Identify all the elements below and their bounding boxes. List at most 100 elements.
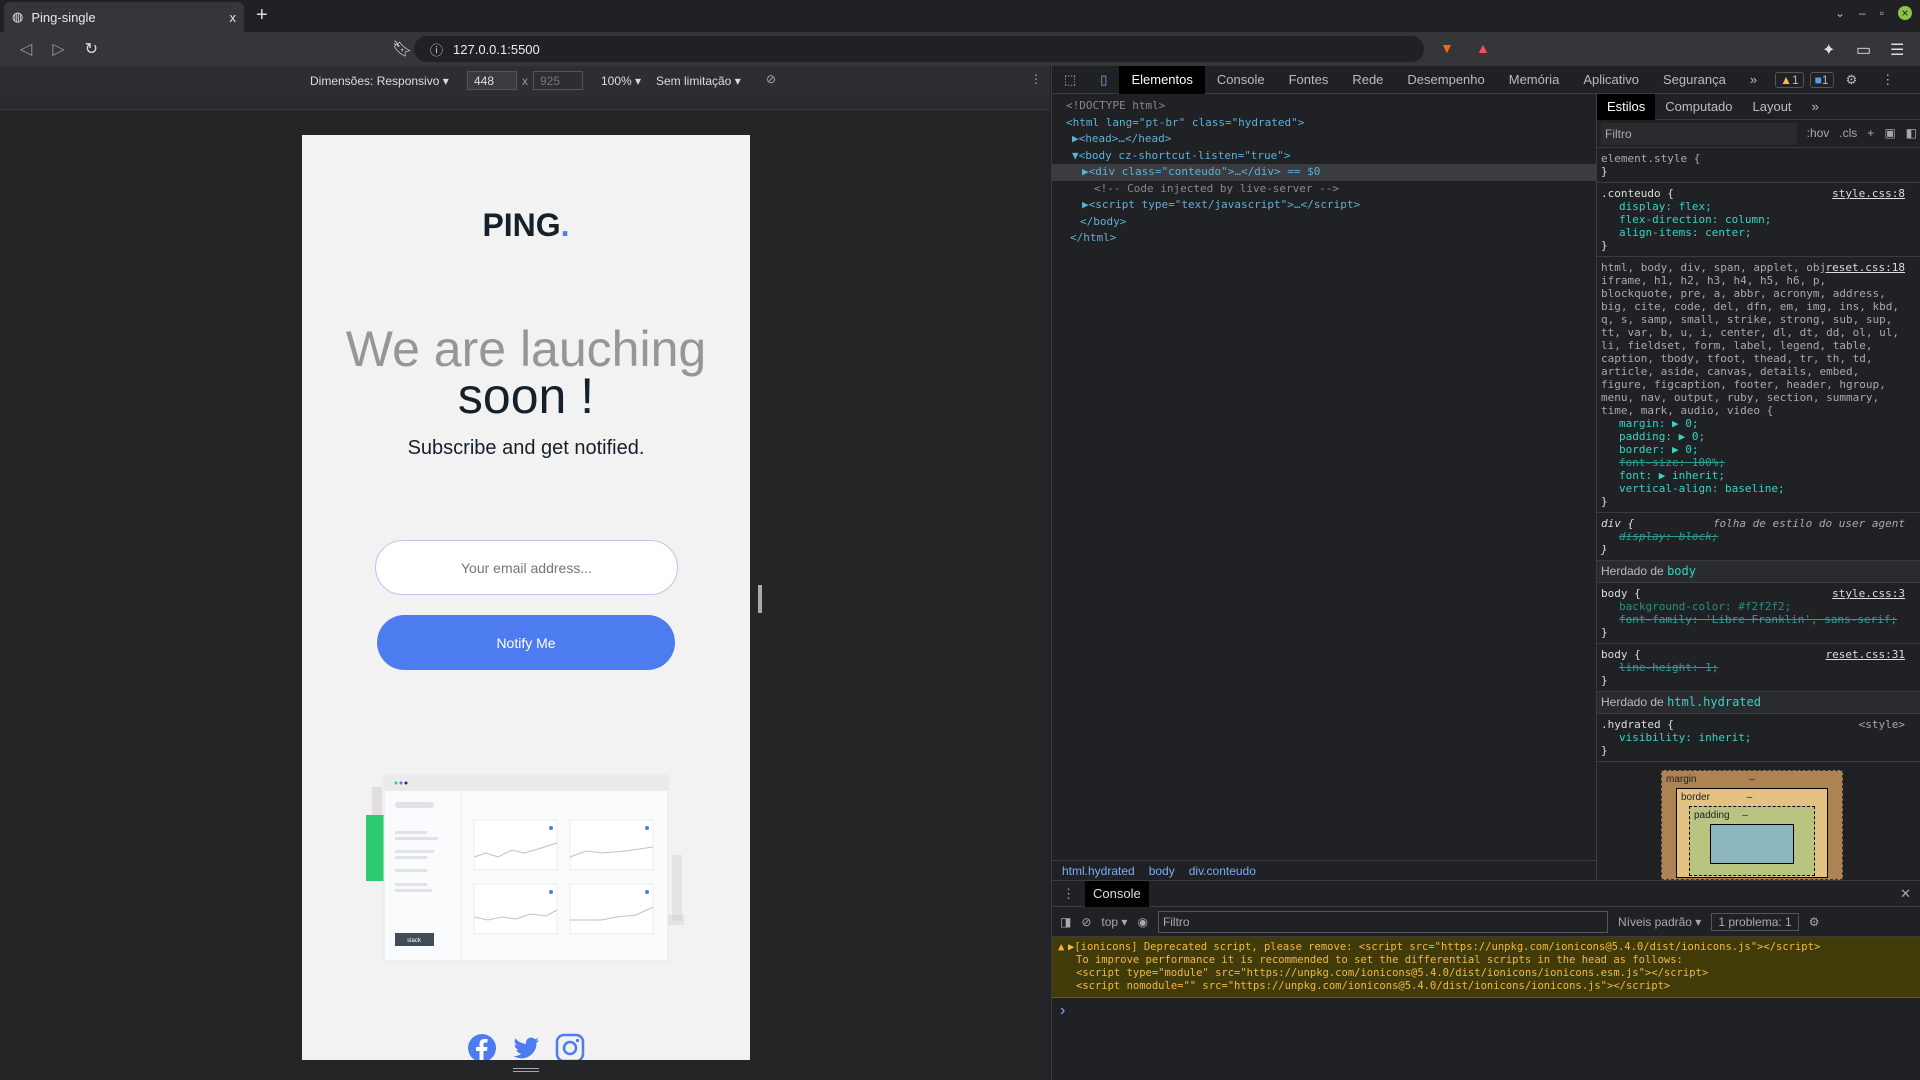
css-property[interactable]: margin: ▶ 0; [1601, 417, 1905, 430]
more-tabs-button[interactable]: » [1802, 94, 1829, 120]
settings-icon[interactable]: ⚙ [1834, 66, 1870, 94]
inherited-element[interactable]: html.hydrated [1667, 695, 1761, 709]
console-filter-input[interactable]: Filtro [1157, 910, 1608, 933]
toggle-sidebar-icon[interactable]: ◧ [1906, 127, 1917, 140]
console-warning-message[interactable]: ▲ ▶[ionicons] Deprecated script, please r… [1052, 937, 1920, 998]
dom-node[interactable]: ▶<head>…</head> [1052, 131, 1596, 148]
inherited-element[interactable]: body [1667, 564, 1696, 578]
css-property[interactable]: vertical-align: baseline; [1601, 482, 1905, 495]
tab-computado[interactable]: Computado [1655, 94, 1742, 120]
height-input[interactable]: 925 [533, 71, 583, 90]
notify-button[interactable]: Notify Me [377, 615, 675, 670]
maximize-button[interactable]: ▫ [1880, 6, 1884, 20]
dom-node[interactable]: </body> [1052, 214, 1596, 231]
context-dropdown[interactable]: top ▾ [1101, 915, 1127, 929]
issues-button[interactable]: 1 problema: 1 [1711, 912, 1799, 931]
throttle-dropdown[interactable]: Sem limitação ▾ [656, 74, 741, 88]
source-link[interactable]: reset.css:18 [1825, 261, 1905, 274]
breadcrumb-item[interactable]: html.hydrated [1062, 864, 1135, 878]
tab-seguranca[interactable]: Segurança [1651, 66, 1738, 94]
tab-desempenho[interactable]: Desempenho [1395, 66, 1496, 94]
width-input[interactable]: 448 [467, 71, 517, 90]
css-property[interactable]: padding: ▶ 0; [1601, 430, 1905, 443]
css-property[interactable]: background-color: #f2f2f2; [1601, 600, 1905, 613]
address-bar[interactable]: ⓘ 127.0.0.1:5500 [414, 36, 1424, 62]
dom-node[interactable]: ▼<body cz-shortcut-listen="true"> [1052, 148, 1596, 165]
console-drawer-tab[interactable]: Console [1085, 880, 1149, 907]
email-input[interactable] [375, 540, 678, 595]
facebook-icon[interactable] [467, 1033, 497, 1060]
dom-node[interactable]: <!-- Code injected by live-server --> [1052, 181, 1596, 198]
tab-console[interactable]: Console [1205, 66, 1277, 94]
dom-node[interactable]: <!DOCTYPE html> [1052, 98, 1596, 115]
source-link[interactable]: style.css:3 [1832, 587, 1905, 600]
close-drawer-button[interactable]: ✕ [1900, 886, 1920, 902]
viewport-resize-handle[interactable] [758, 585, 762, 613]
browser-tab[interactable]: ◍ Ping-single x [4, 2, 244, 32]
sidebar-toggle-icon[interactable]: ◨ [1060, 915, 1071, 929]
instagram-icon[interactable] [555, 1033, 585, 1060]
close-devtools-button[interactable]: ✕ [1906, 66, 1920, 94]
paint-icon[interactable]: ▣ [1884, 127, 1895, 140]
drawer-menu-icon[interactable]: ⋮ [1052, 886, 1085, 902]
source-link[interactable]: reset.css:31 [1826, 648, 1905, 661]
more-options-icon[interactable]: ⋮ [1869, 66, 1906, 94]
twitter-icon[interactable] [511, 1033, 541, 1060]
extensions-icon[interactable]: ✦ [1822, 40, 1835, 60]
menu-icon[interactable]: ☰ [1890, 40, 1904, 60]
viewport-bottom-resize-handle[interactable] [513, 1068, 539, 1072]
css-property[interactable]: display: block; [1601, 530, 1905, 543]
media-query-bar[interactable] [0, 96, 1050, 110]
reload-button[interactable]: ↻ [85, 39, 98, 59]
css-property[interactable]: line-height: 1; [1601, 661, 1905, 674]
css-property[interactable]: border: ▶ 0; [1601, 443, 1905, 456]
tab-elementos[interactable]: Elementos [1119, 65, 1205, 94]
console-prompt[interactable]: › [1052, 998, 1920, 1024]
cls-button[interactable]: .cls [1839, 127, 1857, 140]
bookmark-icon[interactable]: 🔖︎ [392, 39, 412, 59]
tab-list-icon[interactable]: ⌄ [1835, 6, 1845, 20]
rotate-icon[interactable]: ⊘ [766, 72, 776, 86]
rewards-icon[interactable]: ▲ [1476, 40, 1490, 56]
minimize-button[interactable]: – [1859, 6, 1866, 20]
console-settings-icon[interactable]: ⚙ [1809, 915, 1820, 929]
css-property[interactable]: font-family: 'Libre Franklin', sans-seri… [1601, 613, 1905, 626]
css-property[interactable]: flex-direction: column; [1601, 213, 1905, 226]
css-property[interactable]: align-items: center; [1601, 226, 1905, 239]
close-window-button[interactable]: × [1898, 6, 1912, 20]
css-property[interactable]: font: ▶ inherit; [1601, 469, 1905, 482]
css-property[interactable]: font-size: 100%; [1601, 456, 1905, 469]
clear-console-icon[interactable]: ⊘ [1081, 915, 1091, 929]
tab-layout[interactable]: Layout [1743, 94, 1802, 120]
styles-filter-input[interactable]: Filtro [1601, 122, 1797, 145]
css-property[interactable]: visibility: inherit; [1601, 731, 1905, 744]
device-toggle-icon[interactable]: ▯ [1088, 66, 1119, 94]
breadcrumb-item[interactable]: div.conteudo [1189, 864, 1256, 878]
tab-estilos[interactable]: Estilos [1597, 94, 1656, 120]
warnings-badge[interactable]: ▲1 [1775, 71, 1804, 88]
source-link[interactable]: style.css:8 [1832, 187, 1905, 200]
wallet-icon[interactable]: ▭ [1856, 40, 1871, 60]
inspect-element-icon[interactable]: ⬚ [1052, 66, 1088, 94]
more-tabs-button[interactable]: » [1738, 66, 1769, 94]
close-tab-button[interactable]: x [230, 10, 237, 25]
dom-node-selected[interactable]: ▶<div class="conteudo">…</div> == $0 [1052, 164, 1596, 181]
back-button[interactable]: ◁ [20, 39, 32, 59]
more-options-icon[interactable]: ⋮ [1030, 72, 1042, 86]
dom-node[interactable]: ▶<script type="text/javascript">…</scrip… [1052, 197, 1596, 214]
dom-node[interactable]: </html> [1052, 230, 1596, 247]
tab-aplicativo[interactable]: Aplicativo [1571, 66, 1651, 94]
new-tab-button[interactable]: + [256, 4, 268, 27]
dimensions-dropdown[interactable]: Dimensões: Responsivo ▾ [310, 74, 449, 88]
css-property[interactable]: display: flex; [1601, 200, 1905, 213]
dom-node[interactable]: <html lang="pt-br" class="hydrated"> [1052, 115, 1596, 132]
forward-button[interactable]: ▷ [52, 39, 64, 59]
messages-badge[interactable]: ■1 [1809, 71, 1834, 88]
zoom-dropdown[interactable]: 100% ▾ [601, 74, 641, 88]
tab-fontes[interactable]: Fontes [1277, 66, 1341, 94]
log-levels-dropdown[interactable]: Níveis padrão ▾ [1618, 915, 1701, 929]
tab-memoria[interactable]: Memória [1497, 66, 1572, 94]
brave-shield-icon[interactable]: ▼ [1440, 40, 1454, 56]
breadcrumb-item[interactable]: body [1149, 864, 1175, 878]
add-rule-icon[interactable]: + [1867, 127, 1874, 140]
